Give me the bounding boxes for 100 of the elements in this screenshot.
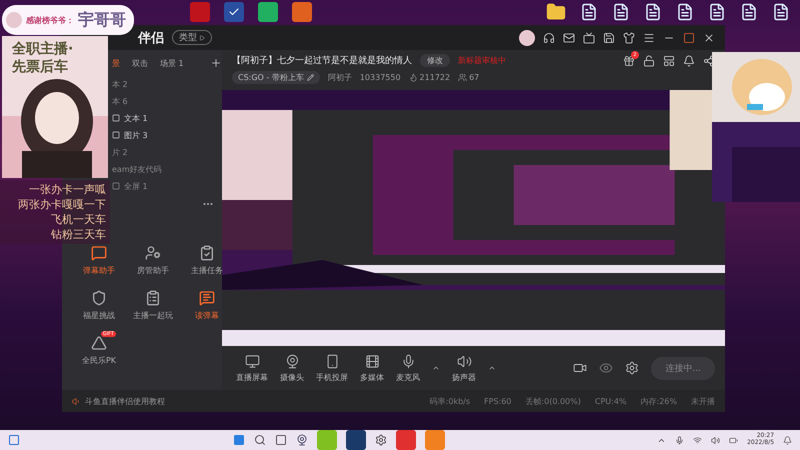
photo-caption: 先票后车	[12, 58, 69, 76]
connect-button[interactable]: 连接中...	[651, 356, 715, 380]
document-icon[interactable]	[740, 3, 758, 21]
microphone-icon[interactable]	[675, 436, 684, 444]
app-title: 伴侣	[138, 30, 164, 46]
tool-button[interactable]: 弹幕助手	[72, 245, 126, 276]
speaker-icon	[72, 396, 81, 406]
maximize-icon[interactable]	[683, 32, 695, 44]
toolbar-button[interactable]: 摄像头	[280, 354, 304, 382]
checkbox-icon[interactable]	[112, 131, 120, 139]
speaker-icon	[456, 354, 472, 368]
people-icon	[458, 73, 468, 82]
monitor-icon	[244, 354, 260, 368]
tutorial-link[interactable]: 斗鱼直播伴侣使用教程	[85, 396, 165, 406]
widgets-icon[interactable]	[8, 434, 20, 446]
scene-tab[interactable]: 场景 1	[160, 58, 184, 68]
viewer-count: 67	[469, 73, 480, 82]
source-item[interactable]: 本 6	[112, 96, 128, 106]
add-icon[interactable]	[210, 57, 222, 69]
scene-tab[interactable]: 景	[112, 58, 120, 68]
notification-icon[interactable]	[783, 436, 792, 444]
gift-icon[interactable]	[623, 54, 635, 66]
document-icon[interactable]	[772, 3, 790, 21]
eye-icon[interactable]	[599, 361, 614, 375]
sticker-text: 两张办卡嘎嘎一下	[18, 197, 106, 212]
clipboard-icon	[145, 290, 161, 306]
bell-icon[interactable]	[683, 54, 695, 66]
tool-button[interactable]: 房管助手	[126, 245, 180, 276]
status-text: 码率:0kb/s	[430, 396, 470, 406]
toolbar-button[interactable]: 手机投屏	[316, 354, 348, 382]
heat-count: 211722	[420, 73, 450, 82]
source-item[interactable]: 图片 3	[124, 130, 148, 140]
avatar[interactable]	[519, 30, 535, 46]
status-text: 未开播	[691, 396, 715, 406]
caret-icon[interactable]	[488, 364, 496, 372]
play-icon	[199, 34, 205, 40]
document-icon[interactable]	[676, 3, 694, 21]
category-tag[interactable]: CS:GO - 带粉上车	[232, 71, 320, 84]
sticker-text: 钻粉三天车	[51, 227, 106, 242]
tool-button[interactable]: 主播一起玩	[126, 290, 180, 321]
flame-icon	[408, 73, 418, 82]
message-icon	[199, 290, 215, 306]
source-item[interactable]: 片 2	[112, 146, 128, 158]
settings-icon[interactable]	[374, 434, 387, 446]
volume-icon[interactable]	[711, 436, 720, 444]
settings-icon[interactable]	[625, 361, 640, 375]
share-icon[interactable]	[703, 54, 715, 66]
shirt-icon[interactable]	[623, 32, 635, 44]
tool-button[interactable]: 福星挑战	[72, 290, 126, 321]
layout-icon[interactable]	[663, 54, 675, 66]
start-icon[interactable]	[232, 434, 245, 446]
close-icon[interactable]	[703, 32, 715, 44]
toolbar-button[interactable]: 多媒体	[360, 354, 384, 382]
checklist-icon	[199, 245, 215, 261]
unlock-icon[interactable]	[643, 54, 655, 66]
toolbar-button[interactable]: 扬声器	[452, 354, 476, 382]
pencil-icon[interactable]	[306, 74, 314, 81]
streamer-name: 阿初子	[328, 72, 352, 83]
document-icon[interactable]	[612, 3, 630, 21]
tool-button[interactable]: 主播任务	[180, 245, 234, 276]
scene-tab[interactable]: 双击	[132, 58, 148, 68]
stream-title: 【阿初子】七夕一起过节是不是就是我的情人	[232, 54, 412, 67]
source-item[interactable]: eam好友代码	[112, 164, 162, 174]
source-item[interactable]: 全屏 1	[124, 180, 148, 192]
video-icon[interactable]	[573, 361, 588, 375]
toolbar-button[interactable]: 直播屏幕	[236, 354, 268, 382]
source-item[interactable]: 文本 1	[124, 112, 148, 124]
menu-icon[interactable]	[643, 32, 655, 44]
microphone-icon	[400, 354, 416, 368]
status-text: 内存:26%	[640, 396, 677, 406]
task-view-icon[interactable]	[274, 434, 287, 446]
document-icon[interactable]	[580, 3, 598, 21]
checkmark-icon[interactable]	[224, 2, 244, 22]
photo-caption: 全职主播·	[12, 40, 74, 58]
user-gear-icon	[145, 245, 161, 261]
chat-icon	[91, 245, 107, 261]
mail-icon[interactable]	[563, 32, 575, 44]
search-icon[interactable]	[254, 434, 266, 446]
status-text: FPS:60	[484, 396, 512, 406]
edit-button[interactable]: 修改	[420, 54, 450, 67]
document-icon[interactable]	[708, 3, 726, 21]
monitor-icon[interactable]	[583, 32, 595, 44]
save-icon[interactable]	[603, 32, 615, 44]
wifi-icon[interactable]	[693, 436, 702, 444]
review-status: 新标题审核中	[458, 55, 506, 66]
tool-button[interactable]: 读弹幕	[180, 290, 234, 321]
caret-icon[interactable]	[432, 364, 440, 372]
banner-name: 宇哥哥	[78, 10, 126, 30]
sticker-text: 一张办卡一声呱	[29, 182, 106, 197]
headset-icon[interactable]	[543, 32, 555, 44]
triangle-icon	[91, 335, 107, 351]
source-item[interactable]: 本 2	[112, 78, 128, 90]
checkbox-icon[interactable]	[112, 114, 120, 122]
folder-icon[interactable]	[546, 2, 566, 22]
app-icon[interactable]	[346, 430, 366, 450]
document-icon[interactable]	[644, 3, 662, 21]
battery-icon[interactable]	[729, 436, 738, 444]
toolbar-button[interactable]: 麦克风	[396, 354, 420, 382]
camera-icon[interactable]	[296, 434, 308, 446]
type-badge[interactable]: 类型	[172, 30, 212, 45]
